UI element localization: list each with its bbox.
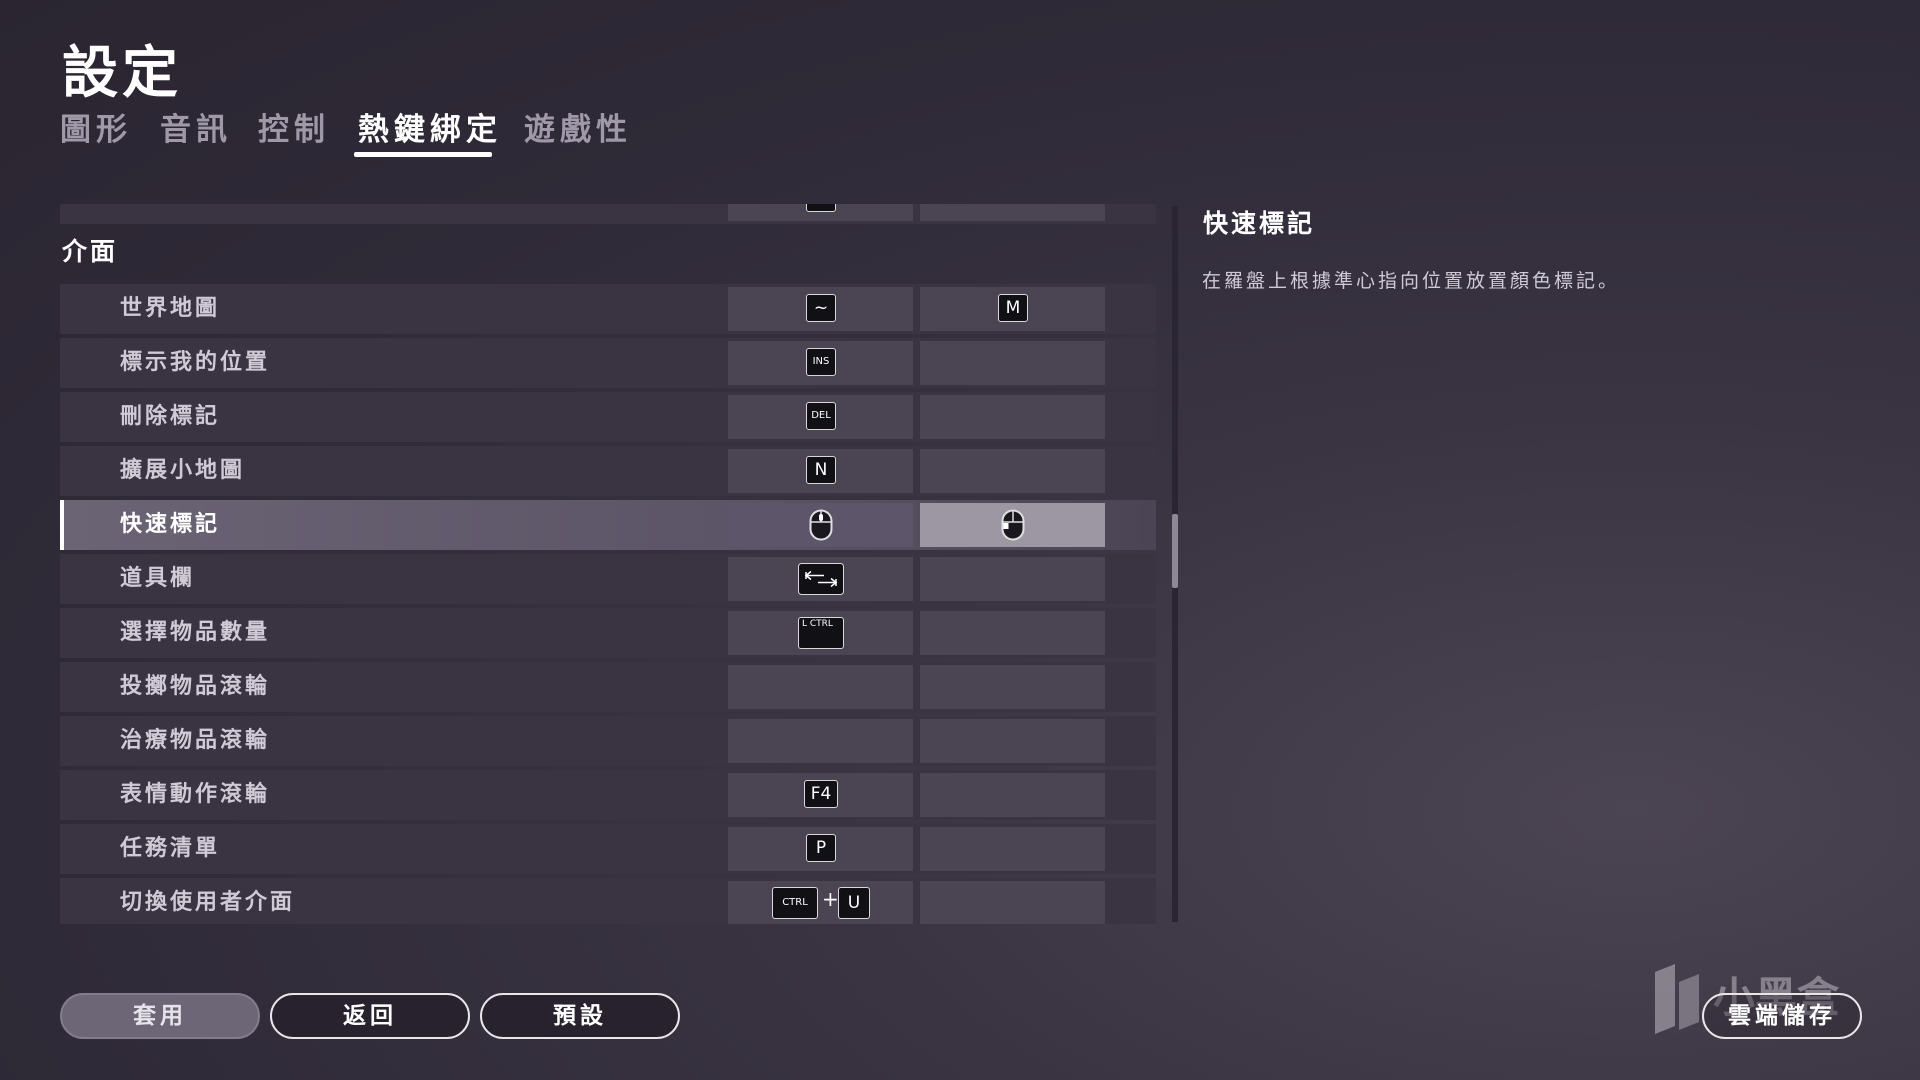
primary-binding-slot[interactable]: DEL bbox=[728, 395, 913, 439]
tab-keybindings[interactable]: 熱鍵綁定 bbox=[358, 104, 502, 149]
keybinding-row[interactable]: 標示我的位置 INS bbox=[60, 338, 1156, 388]
key-cap: L CTRL bbox=[798, 617, 844, 649]
keybinding-row[interactable]: 選擇物品數量 L CTRL bbox=[60, 608, 1156, 658]
key-cap: F4 bbox=[804, 780, 838, 808]
keybinding-row-selected[interactable]: 快速標記 bbox=[60, 500, 1156, 550]
secondary-binding-slot[interactable] bbox=[920, 881, 1105, 924]
binding-label: 選擇物品數量 bbox=[120, 620, 271, 645]
page-title: 設定 bbox=[62, 41, 182, 106]
selection-indicator bbox=[60, 500, 64, 550]
primary-binding-slot[interactable] bbox=[728, 557, 913, 601]
secondary-binding-slot[interactable] bbox=[920, 204, 1105, 221]
secondary-binding-slot[interactable] bbox=[920, 503, 1105, 547]
binding-label: 任務清單 bbox=[120, 836, 221, 861]
key-combo-plus: + bbox=[822, 887, 839, 911]
primary-binding-slot[interactable]: L CTRL bbox=[728, 611, 913, 655]
keybinding-row[interactable]: 擴展小地圖 N bbox=[60, 446, 1156, 496]
keybinding-row[interactable]: 道具欄 bbox=[60, 554, 1156, 604]
tab-graphics[interactable]: 圖形 bbox=[60, 104, 132, 149]
primary-binding-slot[interactable]: CTRL + U bbox=[728, 881, 913, 924]
key-cap: DEL bbox=[806, 402, 836, 430]
secondary-binding-slot[interactable] bbox=[920, 557, 1105, 601]
primary-binding-slot[interactable]: F4 bbox=[728, 773, 913, 817]
binding-label: 刪除標記 bbox=[120, 404, 221, 429]
secondary-binding-slot[interactable] bbox=[920, 611, 1105, 655]
primary-binding-slot[interactable] bbox=[728, 503, 913, 547]
defaults-button[interactable]: 預設 bbox=[480, 993, 680, 1039]
binding-label: 投擲物品滾輪 bbox=[120, 674, 271, 699]
binding-label: 擴展小地圖 bbox=[120, 458, 246, 483]
tab-controls[interactable]: 控制 bbox=[258, 104, 330, 149]
binding-label: 標示我的位置 bbox=[120, 350, 271, 375]
keybinding-row[interactable]: 世界地圖 ~ M bbox=[60, 284, 1156, 334]
secondary-binding-slot[interactable] bbox=[920, 395, 1105, 439]
key-cap: CTRL bbox=[772, 887, 818, 919]
primary-binding-slot[interactable]: N bbox=[728, 449, 913, 493]
key-cap: INS bbox=[806, 348, 836, 376]
binding-label: 快速標記 bbox=[120, 512, 221, 537]
keybinding-row[interactable]: 表情動作滾輪 F4 bbox=[60, 770, 1156, 820]
key-cap: N bbox=[806, 456, 836, 484]
mouse-middle-icon bbox=[809, 509, 833, 541]
keybinding-list: G 介面 世界地圖 ~ M 標示我的位置 INS 刪除標記 DEL 擴展小地圖 … bbox=[60, 204, 1156, 924]
primary-binding-slot[interactable]: P bbox=[728, 827, 913, 871]
secondary-binding-slot[interactable] bbox=[920, 773, 1105, 817]
back-button[interactable]: 返回 bbox=[270, 993, 470, 1039]
key-cap: P bbox=[806, 834, 836, 862]
tab-audio[interactable]: 音訊 bbox=[160, 104, 232, 149]
section-title: 介面 bbox=[62, 237, 119, 266]
binding-label: 治療物品滾輪 bbox=[120, 728, 271, 753]
cloud-save-button[interactable]: 雲端儲存 bbox=[1702, 993, 1862, 1039]
secondary-binding-slot[interactable] bbox=[920, 719, 1105, 763]
keybinding-row[interactable]: 投擲物品滾輪 bbox=[60, 662, 1156, 712]
primary-binding-slot[interactable]: G bbox=[728, 204, 913, 221]
binding-label: 道具欄 bbox=[120, 566, 196, 591]
secondary-binding-slot[interactable] bbox=[920, 341, 1105, 385]
keybinding-row[interactable]: 切換使用者介面 CTRL + U bbox=[60, 878, 1156, 924]
key-cap: ~ bbox=[806, 294, 836, 322]
keybinding-row[interactable]: 治療物品滾輪 bbox=[60, 716, 1156, 766]
mouse-button-4-icon bbox=[1001, 509, 1025, 541]
keybinding-row[interactable]: 任務清單 P bbox=[60, 824, 1156, 874]
description-title: 快速標記 bbox=[1203, 209, 1316, 238]
secondary-binding-slot[interactable] bbox=[920, 827, 1105, 871]
keybinding-row[interactable]: 刪除標記 DEL bbox=[60, 392, 1156, 442]
primary-binding-slot[interactable] bbox=[728, 719, 913, 763]
tab-gameplay[interactable]: 遊戲性 bbox=[524, 104, 632, 149]
primary-binding-slot[interactable]: ~ bbox=[728, 287, 913, 331]
key-cap: M bbox=[998, 294, 1028, 322]
tab-key-icon bbox=[798, 563, 844, 595]
keybinding-row-partial[interactable]: G bbox=[60, 204, 1156, 224]
list-scrollbar[interactable] bbox=[1172, 206, 1178, 922]
key-cap: U bbox=[838, 887, 870, 919]
secondary-binding-slot[interactable]: M bbox=[920, 287, 1105, 331]
active-tab-underline bbox=[354, 152, 492, 157]
secondary-binding-slot[interactable] bbox=[920, 665, 1105, 709]
key-cap: G bbox=[806, 204, 836, 212]
binding-label: 世界地圖 bbox=[120, 296, 221, 321]
scrollbar-thumb[interactable] bbox=[1172, 514, 1178, 588]
primary-binding-slot[interactable]: INS bbox=[728, 341, 913, 385]
secondary-binding-slot[interactable] bbox=[920, 449, 1105, 493]
binding-label: 表情動作滾輪 bbox=[120, 782, 271, 807]
binding-label: 切換使用者介面 bbox=[120, 890, 296, 915]
description-text: 在羅盤上根據準心指向位置放置顏色標記。 bbox=[1202, 270, 1621, 292]
apply-button[interactable]: 套用 bbox=[60, 993, 260, 1039]
primary-binding-slot[interactable] bbox=[728, 665, 913, 709]
